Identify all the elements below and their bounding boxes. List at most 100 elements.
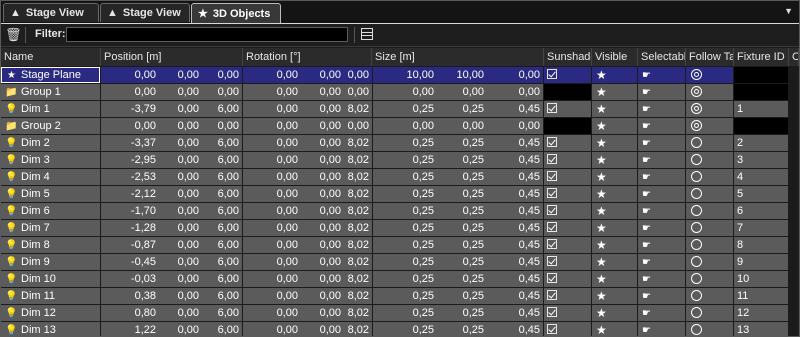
object-name-cell[interactable]: 💡 Dim 5 bbox=[1, 186, 100, 202]
rot-y-cell[interactable]: 0,00 bbox=[301, 237, 344, 253]
sunshade-cell[interactable] bbox=[544, 152, 591, 168]
object-name-cell[interactable]: 💡 Dim 12 bbox=[1, 305, 100, 321]
rot-y-cell[interactable]: 0,00 bbox=[301, 254, 344, 270]
follow-target-cell[interactable] bbox=[686, 67, 733, 83]
col-position[interactable]: Position [m] bbox=[101, 48, 243, 66]
selectable-pointer-icon[interactable]: ☛ bbox=[642, 255, 651, 270]
object-name-cell[interactable]: 💡 Dim 4 bbox=[1, 169, 100, 185]
visible-cell[interactable]: ★ bbox=[592, 220, 637, 236]
visible-cell[interactable]: ★ bbox=[592, 271, 637, 287]
visible-star-icon[interactable]: ★ bbox=[596, 254, 607, 270]
sunshade-checkbox[interactable] bbox=[547, 205, 557, 215]
size-y-cell[interactable]: 0,25 bbox=[437, 101, 487, 117]
follow-target-cell[interactable] bbox=[686, 135, 733, 151]
circle-icon[interactable] bbox=[691, 239, 702, 250]
selectable-cell[interactable]: ☛ bbox=[638, 152, 685, 168]
visible-cell[interactable]: ★ bbox=[592, 237, 637, 253]
fixture-id-cell[interactable] bbox=[734, 118, 788, 134]
fixture-id-cell[interactable] bbox=[734, 67, 788, 83]
size-y-cell[interactable]: 0,25 bbox=[437, 237, 487, 253]
col-follow-target[interactable]: Follow Target bbox=[686, 48, 734, 66]
visible-cell[interactable]: ★ bbox=[592, 135, 637, 151]
size-z-cell[interactable]: 0,45 bbox=[487, 135, 543, 151]
visible-cell[interactable]: ★ bbox=[592, 152, 637, 168]
circle-icon[interactable] bbox=[691, 205, 702, 216]
visible-star-icon[interactable]: ★ bbox=[596, 118, 607, 134]
rot-y-cell[interactable]: 0,00 bbox=[301, 152, 344, 168]
pos-z-cell[interactable]: 6,00 bbox=[202, 220, 242, 236]
rot-y-cell[interactable]: 0,00 bbox=[301, 305, 344, 321]
rot-x-cell[interactable]: 0,00 bbox=[243, 118, 301, 134]
visible-cell[interactable]: ★ bbox=[592, 254, 637, 270]
rot-z-cell[interactable]: 8,02 bbox=[344, 254, 372, 270]
circle-icon[interactable] bbox=[691, 307, 702, 318]
fixture-id-cell[interactable]: 1 bbox=[734, 101, 788, 117]
follow-target-cell[interactable] bbox=[686, 203, 733, 219]
table-row[interactable]: 💡 Dim 5 -2,12 0,00 6,00 0,00 0,00 8,02 0,25 0,25 0… bbox=[1, 186, 799, 203]
table-view-icon[interactable] bbox=[361, 28, 373, 40]
sunshade-checkbox[interactable] bbox=[547, 222, 557, 232]
pos-x-cell[interactable]: -1,70 bbox=[101, 203, 159, 219]
size-y-cell[interactable]: 0,00 bbox=[437, 118, 487, 134]
sunshade-cell[interactable] bbox=[544, 67, 591, 83]
selectable-pointer-icon[interactable]: ☛ bbox=[642, 119, 651, 134]
circle-icon[interactable] bbox=[691, 137, 702, 148]
size-z-cell[interactable]: 0,45 bbox=[487, 254, 543, 270]
selectable-cell[interactable]: ☛ bbox=[638, 305, 685, 321]
tab-stage-view-2[interactable]: ▲ Stage View bbox=[100, 3, 190, 22]
pos-x-cell[interactable]: -2,95 bbox=[101, 152, 159, 168]
follow-target-cell[interactable] bbox=[686, 186, 733, 202]
rot-z-cell[interactable]: 8,02 bbox=[344, 169, 372, 185]
visible-star-icon[interactable]: ★ bbox=[596, 186, 607, 202]
col-name[interactable]: Name bbox=[1, 48, 101, 66]
target-icon[interactable] bbox=[691, 86, 702, 97]
size-x-cell[interactable]: 0,25 bbox=[373, 322, 437, 337]
table-row[interactable]: ★ Stage Plane 0,00 0,00 0,00 0,00 0,00 0,00 10,0… bbox=[1, 67, 799, 84]
size-y-cell[interactable]: 10,00 bbox=[437, 67, 487, 83]
pos-y-cell[interactable]: 0,00 bbox=[159, 169, 202, 185]
size-y-cell[interactable]: 0,25 bbox=[437, 288, 487, 304]
sunshade-checkbox[interactable] bbox=[547, 154, 557, 164]
rot-z-cell[interactable]: 8,02 bbox=[344, 305, 372, 321]
pos-z-cell[interactable]: 6,00 bbox=[202, 271, 242, 287]
visible-star-icon[interactable]: ★ bbox=[596, 152, 607, 168]
size-x-cell[interactable]: 0,25 bbox=[373, 203, 437, 219]
rot-x-cell[interactable]: 0,00 bbox=[243, 305, 301, 321]
table-row[interactable]: 💡 Dim 13 1,22 0,00 6,00 0,00 0,00 8,02 0,25 0,25 0… bbox=[1, 322, 799, 337]
size-x-cell[interactable]: 0,00 bbox=[373, 84, 437, 100]
pos-y-cell[interactable]: 0,00 bbox=[159, 220, 202, 236]
selectable-pointer-icon[interactable]: ☛ bbox=[642, 85, 651, 100]
pos-y-cell[interactable]: 0,00 bbox=[159, 237, 202, 253]
pos-x-cell[interactable]: -3,79 bbox=[101, 101, 159, 117]
size-z-cell[interactable]: 0,00 bbox=[487, 118, 543, 134]
table-row[interactable]: 💡 Dim 11 0,38 0,00 6,00 0,00 0,00 8,02 0,25 0,25 0… bbox=[1, 288, 799, 305]
visible-cell[interactable]: ★ bbox=[592, 101, 637, 117]
sunshade-cell[interactable] bbox=[544, 186, 591, 202]
tab-3d-objects[interactable]: ★ 3D Objects bbox=[191, 3, 281, 23]
sunshade-cell[interactable] bbox=[544, 101, 591, 117]
rot-y-cell[interactable]: 0,00 bbox=[301, 186, 344, 202]
table-row[interactable]: 💡 Dim 8 -0,87 0,00 6,00 0,00 0,00 8,02 0,25 0,25 0… bbox=[1, 237, 799, 254]
table-row[interactable]: 📁 Group 2 0,00 0,00 0,00 0,00 0,00 0,00 0,00 0,00… bbox=[1, 118, 799, 135]
fixture-id-cell[interactable]: 8 bbox=[734, 237, 788, 253]
visible-star-icon[interactable]: ★ bbox=[596, 237, 607, 253]
visible-cell[interactable]: ★ bbox=[592, 203, 637, 219]
visible-star-icon[interactable]: ★ bbox=[596, 288, 607, 304]
object-name-cell[interactable]: 💡 Dim 7 bbox=[1, 220, 100, 236]
selectable-pointer-icon[interactable]: ☛ bbox=[642, 102, 651, 117]
pos-z-cell[interactable]: 6,00 bbox=[202, 254, 242, 270]
rot-y-cell[interactable]: 0,00 bbox=[301, 288, 344, 304]
pos-y-cell[interactable]: 0,00 bbox=[159, 203, 202, 219]
pos-x-cell[interactable]: -3,37 bbox=[101, 135, 159, 151]
selectable-cell[interactable]: ☛ bbox=[638, 220, 685, 236]
selectable-pointer-icon[interactable]: ☛ bbox=[642, 306, 651, 321]
object-name-cell[interactable]: 💡 Dim 3 bbox=[1, 152, 100, 168]
pos-x-cell[interactable]: -2,12 bbox=[101, 186, 159, 202]
rot-z-cell[interactable]: 8,02 bbox=[344, 135, 372, 151]
pos-y-cell[interactable]: 0,00 bbox=[159, 67, 202, 83]
rot-y-cell[interactable]: 0,00 bbox=[301, 169, 344, 185]
selectable-cell[interactable]: ☛ bbox=[638, 203, 685, 219]
sunshade-cell[interactable] bbox=[544, 169, 591, 185]
size-z-cell[interactable]: 0,45 bbox=[487, 237, 543, 253]
size-x-cell[interactable]: 10,00 bbox=[373, 67, 437, 83]
